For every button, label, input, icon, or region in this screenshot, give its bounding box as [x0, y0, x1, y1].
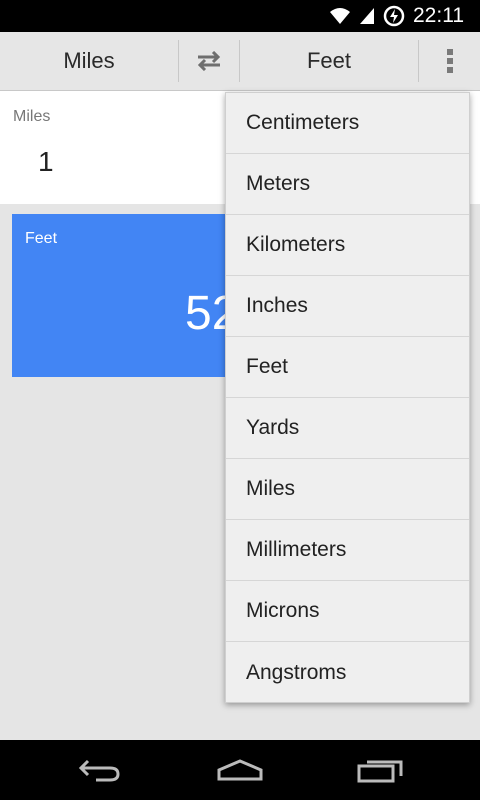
dropdown-item-meters[interactable]: Meters: [226, 154, 469, 215]
home-button[interactable]: [200, 740, 280, 800]
unit-toolbar: Miles Feet: [0, 32, 480, 91]
back-icon: [78, 759, 120, 782]
navigation-bar: [0, 740, 480, 800]
dropdown-item-millimeters[interactable]: Millimeters: [226, 520, 469, 581]
from-unit-selector[interactable]: Miles: [0, 32, 178, 90]
dropdown-item-inches[interactable]: Inches: [226, 276, 469, 337]
status-bar: 22:11: [0, 0, 480, 32]
input-value[interactable]: 1: [38, 146, 54, 178]
status-icons: 22:11: [329, 0, 464, 32]
swap-icon: [197, 51, 221, 71]
dropdown-item-centimeters[interactable]: Centimeters: [226, 93, 469, 154]
battery-charging-icon: [383, 5, 405, 27]
to-unit-selector[interactable]: Feet: [240, 32, 418, 90]
recents-button[interactable]: [340, 740, 420, 800]
overflow-menu-button[interactable]: [419, 32, 480, 90]
dropdown-item-yards[interactable]: Yards: [226, 398, 469, 459]
overflow-menu-icon: [446, 49, 453, 73]
wifi-icon: [330, 8, 350, 24]
input-unit-label: Miles: [13, 108, 51, 125]
dropdown-item-microns[interactable]: Microns: [226, 581, 469, 642]
back-button[interactable]: [60, 740, 140, 800]
dropdown-item-kilometers[interactable]: Kilometers: [226, 215, 469, 276]
recents-icon: [357, 760, 403, 783]
status-time: 22:11: [413, 4, 464, 27]
unit-dropdown-menu: Centimeters Meters Kilometers Inches Fee…: [225, 92, 470, 703]
result-unit-label: Feet: [25, 230, 58, 247]
signal-icon: [360, 8, 374, 24]
swap-units-button[interactable]: [179, 32, 239, 90]
dropdown-item-miles[interactable]: Miles: [226, 459, 469, 520]
dropdown-item-angstroms[interactable]: Angstroms: [226, 642, 469, 703]
dropdown-item-feet[interactable]: Feet: [226, 337, 469, 398]
home-icon: [217, 759, 263, 781]
